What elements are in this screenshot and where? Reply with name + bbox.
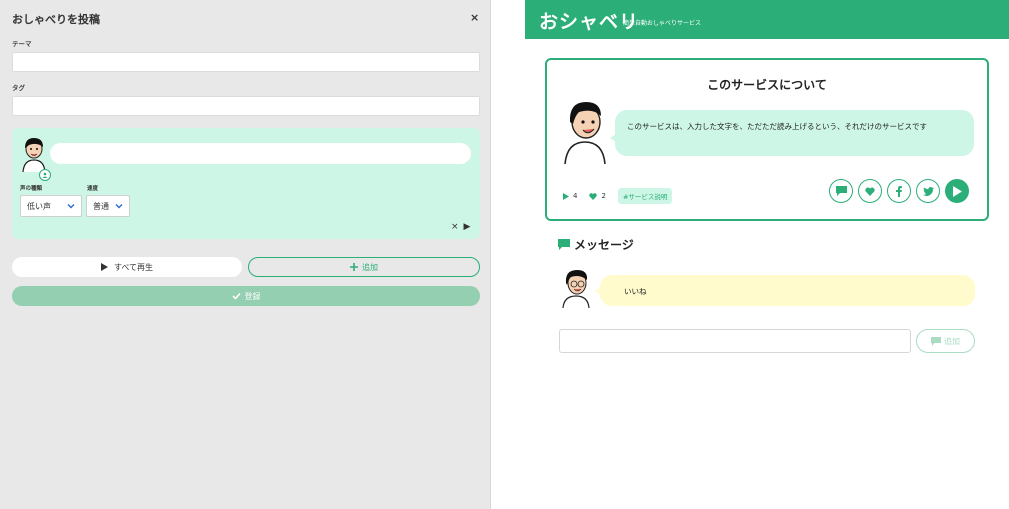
speed-value: 普通 [93, 201, 109, 211]
comment-icon [558, 239, 570, 250]
submit-label: 登録 [244, 291, 261, 301]
add-line-button[interactable]: 追加 [248, 257, 480, 277]
add-message-button[interactable]: 追加 [916, 329, 975, 353]
like-count: 2 [589, 192, 606, 200]
check-icon [231, 292, 241, 300]
close-icon[interactable]: × [470, 11, 479, 24]
about-bubble: このサービスは、入力した文字を、ただただ読み上げるという、それだけのサービスです [610, 110, 974, 156]
play-button[interactable] [945, 179, 969, 203]
twitter-icon [922, 186, 934, 196]
editor-title: おしゃべりを投稿 [12, 13, 100, 26]
messages-heading: メッセージ [558, 236, 634, 253]
submit-button[interactable]: 登録 [12, 286, 480, 306]
voice-type-value: 低い声 [27, 201, 51, 211]
speed-label: 速度 [87, 186, 99, 192]
user-icon [39, 169, 51, 181]
voice-type-label: 声の種類 [20, 186, 43, 192]
theme-input[interactable] [12, 52, 480, 72]
site-header: おシャベリ 簡単自動おしゃべりサービス [525, 0, 1009, 39]
speed-select[interactable]: 普通 [86, 195, 130, 217]
tag-badge[interactable]: #サービス説明 [617, 188, 673, 204]
delete-line-icon[interactable]: × [451, 222, 459, 232]
post-editor-panel: おしゃべりを投稿 × テーマ タグ 声の種類 速度 低い声 普通 × ▶ すべて… [0, 0, 491, 509]
speaker-avatar [561, 98, 609, 165]
theme-label: テーマ [12, 40, 32, 48]
message-input[interactable] [559, 329, 911, 353]
about-actions [829, 179, 969, 203]
tag-label: タグ [12, 84, 25, 92]
voice-type-select[interactable]: 低い声 [20, 195, 82, 217]
site-tagline: 簡単自動おしゃべりサービス [623, 20, 702, 27]
play-icon [100, 263, 108, 271]
about-title: このサービスについて [707, 78, 827, 92]
play-icon [952, 185, 962, 197]
like-count-value: 2 [601, 192, 606, 200]
chevron-down-icon [115, 204, 123, 209]
heart-icon [865, 186, 875, 196]
add-line-label: 追加 [362, 262, 378, 272]
speaker-avatar[interactable] [20, 136, 51, 181]
play-all-label: すべて再生 [113, 262, 154, 272]
line-controls: × ▶ [451, 222, 470, 232]
facebook-icon [896, 185, 902, 197]
line-text-input[interactable] [50, 143, 471, 164]
like-button[interactable] [858, 179, 882, 203]
comment-icon [835, 186, 847, 196]
messages-title: メッセージ [574, 238, 634, 252]
about-card: このサービスについて このサービスは、入力した文字を、ただただ読み上げるという、… [545, 58, 989, 221]
comment-icon [931, 336, 941, 346]
tag-input[interactable] [12, 96, 480, 116]
play-line-icon[interactable]: ▶ [464, 222, 471, 232]
message-bubble: いいね [595, 275, 975, 306]
plus-icon [350, 263, 358, 271]
play-count-value: 4 [573, 192, 578, 200]
speech-line-card: 声の種類 速度 低い声 普通 × ▶ [12, 128, 480, 239]
chevron-down-icon [67, 204, 75, 209]
facebook-share-button[interactable] [887, 179, 911, 203]
play-count: 4 [563, 192, 577, 200]
play-icon [563, 192, 569, 200]
about-stats: 4 2 #サービス説明 [563, 188, 673, 204]
add-message-label: 追加 [944, 336, 960, 346]
heart-icon [589, 192, 598, 200]
message-author-avatar [560, 268, 592, 309]
comment-button[interactable] [829, 179, 853, 203]
twitter-share-button[interactable] [916, 179, 940, 203]
play-all-button[interactable]: すべて再生 [12, 257, 242, 277]
